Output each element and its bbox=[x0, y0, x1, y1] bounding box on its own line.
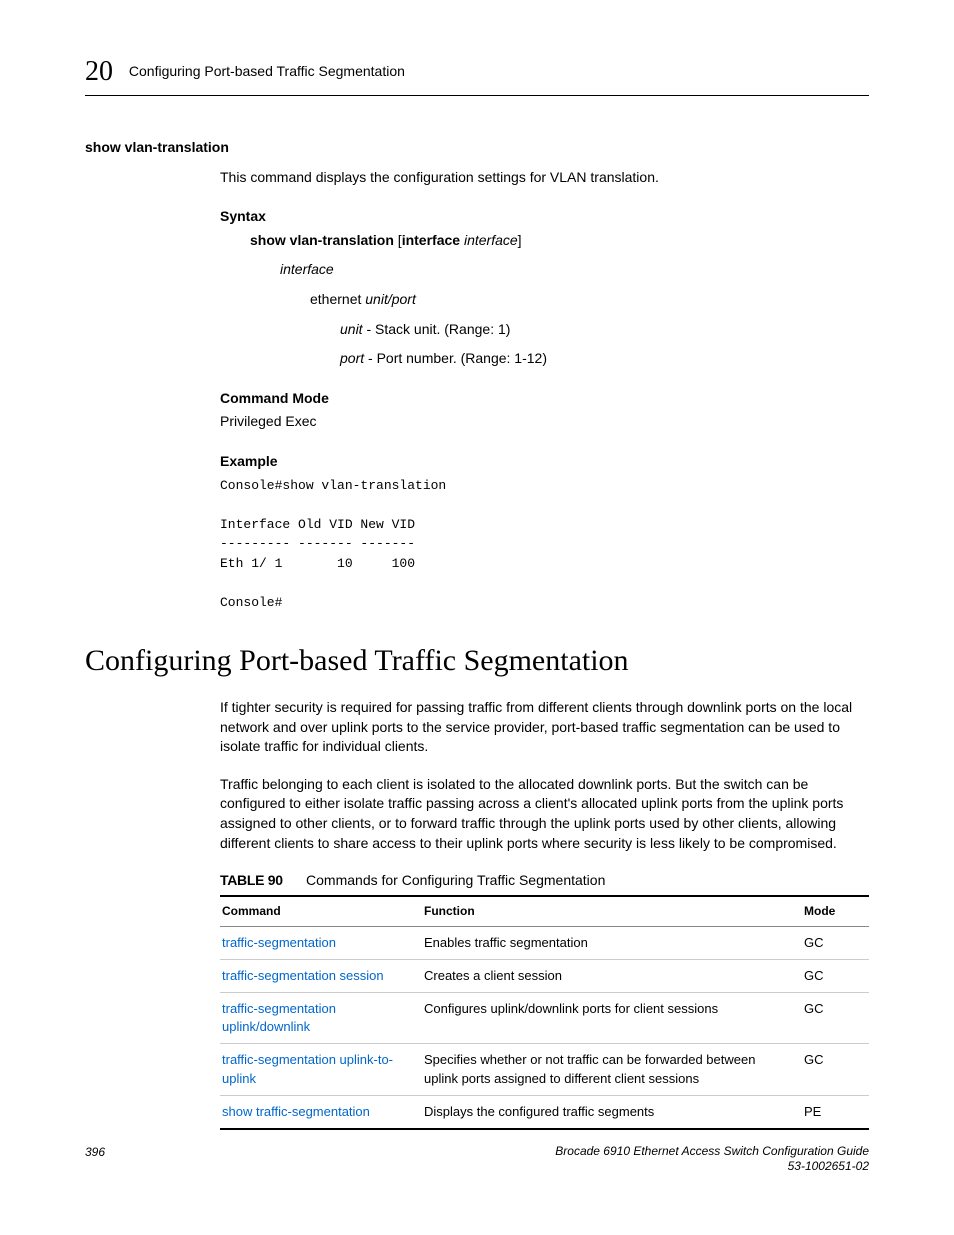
table-cell: GC bbox=[802, 926, 869, 959]
table-row: traffic-segmentation Enables traffic seg… bbox=[220, 926, 869, 959]
chapter-number: 20 bbox=[85, 56, 113, 87]
th-mode: Mode bbox=[802, 896, 869, 926]
body-paragraph: If tighter security is required for pass… bbox=[220, 698, 869, 757]
book-title: Brocade 6910 Ethernet Access Switch Conf… bbox=[555, 1144, 869, 1158]
syntax-param-desc: port - Port number. (Range: 1-12) bbox=[340, 349, 869, 369]
command-table: Command Function Mode traffic-segmentati… bbox=[220, 895, 869, 1130]
command-link[interactable]: traffic-segmentation bbox=[222, 935, 336, 950]
syntax-italic: unit bbox=[340, 321, 363, 337]
syntax-text: ] bbox=[518, 232, 522, 248]
syntax-italic: unit/port bbox=[361, 291, 415, 307]
command-link[interactable]: traffic-segmentation uplink/downlink bbox=[222, 1001, 336, 1034]
table-cell: PE bbox=[802, 1095, 869, 1129]
table-label: TABLE 90 bbox=[220, 872, 283, 888]
command-link[interactable]: traffic-segmentation session bbox=[222, 968, 384, 983]
section-heading: Configuring Port-based Traffic Segmentat… bbox=[85, 640, 869, 682]
command-mode-value: Privileged Exec bbox=[220, 412, 869, 432]
syntax-italic: interface bbox=[464, 232, 518, 248]
table-row: traffic-segmentation uplink-to-uplink Sp… bbox=[220, 1044, 869, 1095]
page-header: 20 Configuring Port-based Traffic Segmen… bbox=[85, 52, 869, 96]
syntax-text: [ bbox=[394, 232, 402, 248]
table-cell: Displays the configured traffic segments bbox=[422, 1095, 802, 1129]
table-title: Commands for Configuring Traffic Segment… bbox=[306, 872, 605, 888]
th-function: Function bbox=[422, 896, 802, 926]
th-command: Command bbox=[220, 896, 422, 926]
table-cell: Creates a client session bbox=[422, 959, 802, 992]
table-header-row: Command Function Mode bbox=[220, 896, 869, 926]
syntax-keyword: show vlan-translation bbox=[250, 232, 394, 248]
syntax-keyword: interface bbox=[402, 232, 460, 248]
syntax-label: Syntax bbox=[220, 207, 869, 227]
syntax-param-desc: unit - Stack unit. (Range: 1) bbox=[340, 320, 869, 340]
table-cell: Enables traffic segmentation bbox=[422, 926, 802, 959]
command-mode-label: Command Mode bbox=[220, 389, 869, 409]
table-cell: GC bbox=[802, 959, 869, 992]
command-heading: show vlan-translation bbox=[85, 138, 869, 158]
table-cell: GC bbox=[802, 992, 869, 1043]
page-number: 396 bbox=[85, 1144, 105, 1161]
syntax-italic: port bbox=[340, 350, 364, 366]
table-cell: Specifies whether or not traffic can be … bbox=[422, 1044, 802, 1095]
table-cell: GC bbox=[802, 1044, 869, 1095]
syntax-param: interface bbox=[280, 260, 869, 280]
syntax-param: ethernet unit/port bbox=[310, 290, 869, 310]
table-row: traffic-segmentation session Creates a c… bbox=[220, 959, 869, 992]
syntax-text: - Port number. (Range: 1-12) bbox=[364, 350, 547, 366]
page-footer: 396 Brocade 6910 Ethernet Access Switch … bbox=[85, 1144, 869, 1175]
syntax-line: show vlan-translation [interface interfa… bbox=[250, 231, 869, 251]
command-link[interactable]: traffic-segmentation uplink-to-uplink bbox=[222, 1052, 393, 1085]
syntax-text: - Stack unit. (Range: 1) bbox=[363, 321, 511, 337]
body-paragraph: Traffic belonging to each client is isol… bbox=[220, 775, 869, 853]
footer-book-info: Brocade 6910 Ethernet Access Switch Conf… bbox=[555, 1144, 869, 1175]
table-row: show traffic-segmentation Displays the c… bbox=[220, 1095, 869, 1129]
doc-id: 53-1002651-02 bbox=[788, 1159, 869, 1173]
console-output: Console#show vlan-translation Interface … bbox=[220, 476, 869, 613]
table-row: traffic-segmentation uplink/downlink Con… bbox=[220, 992, 869, 1043]
page-content: show vlan-translation This command displ… bbox=[85, 138, 869, 1130]
example-label: Example bbox=[220, 452, 869, 472]
chapter-title: Configuring Port-based Traffic Segmentat… bbox=[129, 63, 405, 79]
command-description: This command displays the configuration … bbox=[220, 168, 869, 188]
syntax-keyword: ethernet bbox=[310, 291, 361, 307]
table-cell: Configures uplink/downlink ports for cli… bbox=[422, 992, 802, 1043]
table-caption: TABLE 90 Commands for Configuring Traffi… bbox=[220, 871, 869, 891]
command-link[interactable]: show traffic-segmentation bbox=[222, 1104, 370, 1119]
